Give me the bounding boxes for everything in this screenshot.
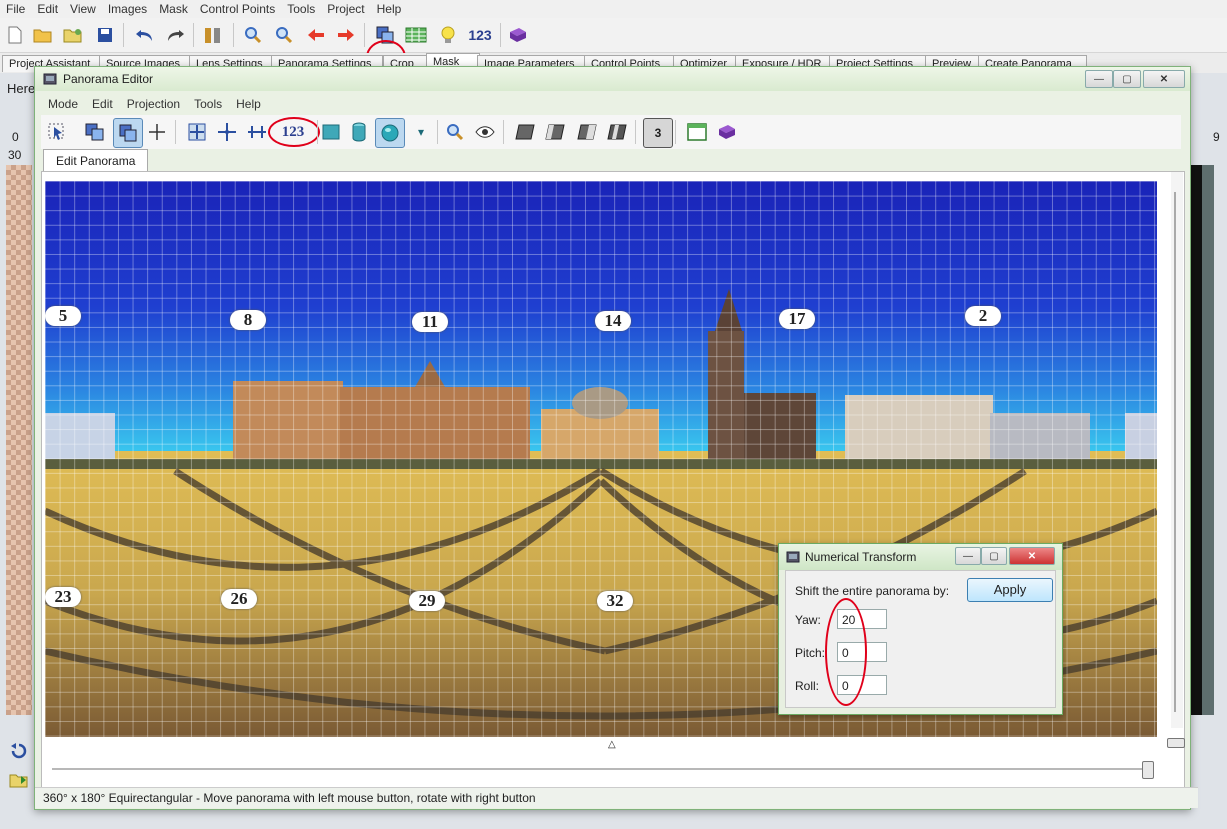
dialog-close-button[interactable]: ✕ bbox=[1009, 547, 1055, 565]
horizontal-slider-thumb[interactable] bbox=[1142, 761, 1154, 779]
open-recent-icon[interactable] bbox=[61, 23, 85, 47]
magnifier-icon[interactable] bbox=[443, 120, 467, 144]
center-marker-icon: △ bbox=[608, 739, 616, 750]
image-label[interactable]: 5 bbox=[45, 306, 81, 326]
help-book-icon[interactable] bbox=[506, 23, 530, 47]
editor-menu-bar: Mode Edit Projection Tools Help bbox=[41, 95, 268, 113]
menu-view[interactable]: View bbox=[64, 0, 102, 18]
dialog-maximize-button[interactable]: ▢ bbox=[981, 547, 1007, 565]
spherical-icon[interactable] bbox=[375, 118, 405, 148]
menu-images[interactable]: Images bbox=[102, 0, 153, 18]
vertical-fov-slider[interactable] bbox=[1167, 172, 1185, 748]
previous-arrow-icon[interactable] bbox=[304, 23, 328, 47]
open-folder-icon[interactable] bbox=[31, 23, 55, 47]
lightbulb-icon[interactable] bbox=[436, 23, 460, 47]
highlight-ellipse-fields bbox=[825, 598, 867, 706]
save-icon[interactable] bbox=[93, 23, 117, 47]
editor-menu-tools[interactable]: Tools bbox=[187, 95, 229, 113]
blend-right-icon[interactable] bbox=[575, 120, 599, 144]
blend-normal-icon[interactable] bbox=[513, 120, 537, 144]
select-pointer-icon[interactable] bbox=[45, 120, 69, 144]
dialog-title: Numerical Transform bbox=[805, 550, 917, 564]
horizontal-fov-slider[interactable] bbox=[52, 768, 1147, 770]
crosshair-icon[interactable] bbox=[145, 120, 169, 144]
preview-mode-icon[interactable] bbox=[83, 120, 107, 144]
new-project-icon[interactable] bbox=[3, 23, 27, 47]
straighten-icon[interactable] bbox=[245, 120, 269, 144]
close-button[interactable]: ✕ bbox=[1143, 70, 1185, 88]
blend-both-icon[interactable] bbox=[605, 120, 629, 144]
zoom-out-icon[interactable] bbox=[272, 23, 296, 47]
background-scroll-strip bbox=[1202, 165, 1214, 715]
layer-count-button[interactable]: 3 bbox=[643, 118, 673, 148]
cylindrical-icon[interactable] bbox=[347, 120, 371, 144]
rotate-icon[interactable] bbox=[10, 742, 28, 763]
image-label[interactable]: 14 bbox=[595, 311, 631, 331]
menu-control-points[interactable]: Control Points bbox=[194, 0, 281, 18]
fit-icon[interactable] bbox=[215, 120, 239, 144]
image-label[interactable]: 2 bbox=[965, 306, 1001, 326]
maximize-button[interactable]: ▢ bbox=[1113, 70, 1141, 88]
numerical-transform-dialog: Numerical Transform — ▢ ✕ Shift the enti… bbox=[778, 543, 1063, 715]
left-number-top: 0 bbox=[12, 130, 19, 144]
editor-menu-mode[interactable]: Mode bbox=[41, 95, 85, 113]
editor-menu-projection[interactable]: Projection bbox=[120, 95, 187, 113]
undo-icon[interactable] bbox=[133, 23, 157, 47]
editor-title-bar[interactable]: Panorama Editor — ▢ ✕ bbox=[35, 67, 1190, 91]
assistant-tools-icon[interactable] bbox=[201, 23, 225, 47]
image-label[interactable]: 17 bbox=[779, 309, 815, 329]
minimize-button[interactable]: — bbox=[1085, 70, 1113, 88]
menu-tools[interactable]: Tools bbox=[281, 0, 321, 18]
center-icon[interactable] bbox=[185, 120, 209, 144]
open-folder-icon-small[interactable] bbox=[9, 772, 29, 791]
menu-help[interactable]: Help bbox=[371, 0, 408, 18]
app-window-icon bbox=[43, 72, 57, 89]
redo-icon[interactable] bbox=[163, 23, 187, 47]
menu-mask[interactable]: Mask bbox=[153, 0, 194, 18]
zoom-in-icon[interactable] bbox=[241, 23, 265, 47]
background-image-strip bbox=[6, 165, 32, 715]
image-label[interactable]: 8 bbox=[230, 310, 266, 330]
gl-numeric-button[interactable]: 123 bbox=[464, 23, 496, 47]
vertical-slider-thumb[interactable] bbox=[1167, 738, 1185, 748]
menu-project[interactable]: Project bbox=[321, 0, 370, 18]
editor-title: Panorama Editor bbox=[63, 72, 154, 86]
help-book-icon-editor[interactable] bbox=[715, 120, 739, 144]
apply-button[interactable]: Apply bbox=[967, 578, 1053, 602]
image-label[interactable]: 23 bbox=[45, 587, 81, 607]
editor-menu-help[interactable]: Help bbox=[229, 95, 268, 113]
dialog-app-icon bbox=[786, 550, 800, 567]
eye-icon[interactable] bbox=[473, 120, 497, 144]
window-panel-icon[interactable] bbox=[685, 120, 709, 144]
grid-table-icon[interactable] bbox=[404, 23, 428, 47]
image-label[interactable]: 11 bbox=[412, 312, 448, 332]
menu-edit[interactable]: Edit bbox=[31, 0, 64, 18]
image-label[interactable]: 29 bbox=[409, 591, 445, 611]
assistant-text: Here bbox=[7, 81, 36, 96]
yaw-label: Yaw: bbox=[795, 613, 821, 627]
pitch-label: Pitch: bbox=[795, 646, 826, 660]
dialog-minimize-button[interactable]: — bbox=[955, 547, 981, 565]
editor-menu-edit[interactable]: Edit bbox=[85, 95, 120, 113]
editor-toolbar: 123 ▾ 3 bbox=[41, 115, 1181, 149]
highlight-circle-numeric bbox=[268, 117, 320, 147]
rectilinear-icon[interactable] bbox=[319, 120, 343, 144]
image-label[interactable]: 32 bbox=[597, 591, 633, 611]
shift-prompt: Shift the entire panorama by: bbox=[795, 584, 950, 598]
blend-left-icon[interactable] bbox=[543, 120, 567, 144]
main-toolbar: 123 bbox=[0, 18, 1227, 74]
image-label[interactable]: 26 bbox=[221, 589, 257, 609]
dialog-title-bar[interactable]: Numerical Transform — ▢ ✕ bbox=[779, 544, 1062, 570]
tab-edit-panorama[interactable]: Edit Panorama bbox=[43, 149, 149, 172]
layout-mode-icon[interactable] bbox=[113, 118, 143, 148]
status-bar: 360° x 180° Equirectangular - Move panor… bbox=[35, 787, 1198, 808]
main-menu-bar: File Edit View Images Mask Control Point… bbox=[0, 0, 1227, 18]
next-arrow-icon[interactable] bbox=[334, 23, 358, 47]
roll-label: Roll: bbox=[795, 679, 820, 693]
right-number-top: 9 bbox=[1213, 130, 1220, 144]
menu-file[interactable]: File bbox=[0, 0, 31, 18]
projection-dropdown-icon[interactable]: ▾ bbox=[409, 120, 433, 144]
left-number-bottom: 30 bbox=[8, 148, 22, 162]
